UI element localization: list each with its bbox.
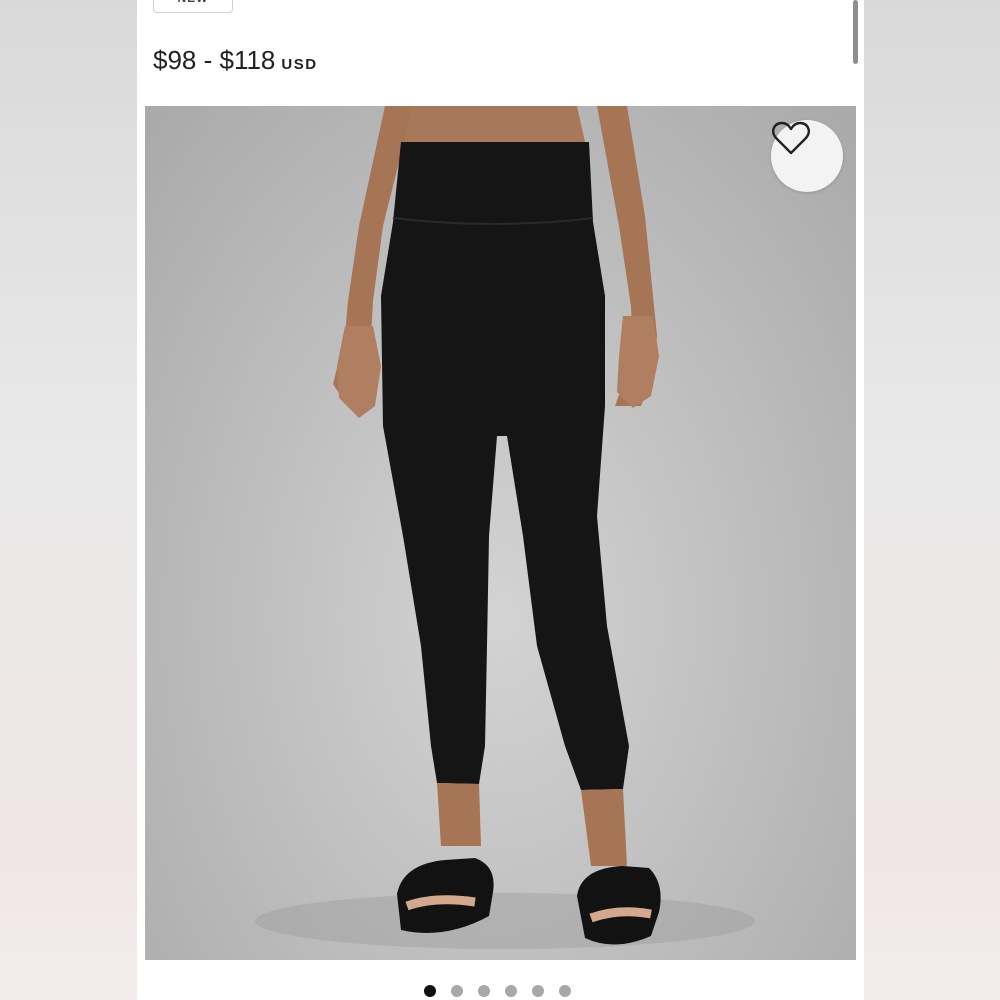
right-hand: [617, 316, 659, 408]
carousel-dot-4[interactable]: [505, 985, 517, 997]
right-sandal: [577, 866, 661, 945]
right-ankle: [581, 789, 627, 866]
carousel-dot-6[interactable]: [559, 985, 571, 997]
left-ankle: [437, 783, 481, 846]
heart-outline-icon: [771, 121, 811, 155]
floor-shadow: [255, 893, 755, 949]
carousel-dot-2[interactable]: [451, 985, 463, 997]
torso: [397, 106, 585, 142]
product-card: NEW $98 - $118 USD: [137, 0, 864, 1000]
left-hand: [337, 326, 381, 418]
price-range: $98 - $118 USD: [153, 44, 318, 81]
leggings-illustration: [255, 106, 755, 949]
price-currency: USD: [281, 56, 318, 73]
favorite-button[interactable]: [771, 120, 843, 192]
carousel-dot-5[interactable]: [532, 985, 544, 997]
background-right: [864, 0, 1000, 1000]
new-badge: NEW: [153, 0, 233, 13]
price-value: $98 - $118: [153, 45, 276, 75]
scrollbar[interactable]: [853, 0, 858, 64]
background-left: [0, 0, 137, 1000]
carousel-dot-1[interactable]: [424, 985, 436, 997]
carousel-indicators: [424, 985, 571, 997]
leggings: [381, 142, 629, 790]
product-image[interactable]: [145, 106, 856, 960]
carousel-dot-3[interactable]: [478, 985, 490, 997]
